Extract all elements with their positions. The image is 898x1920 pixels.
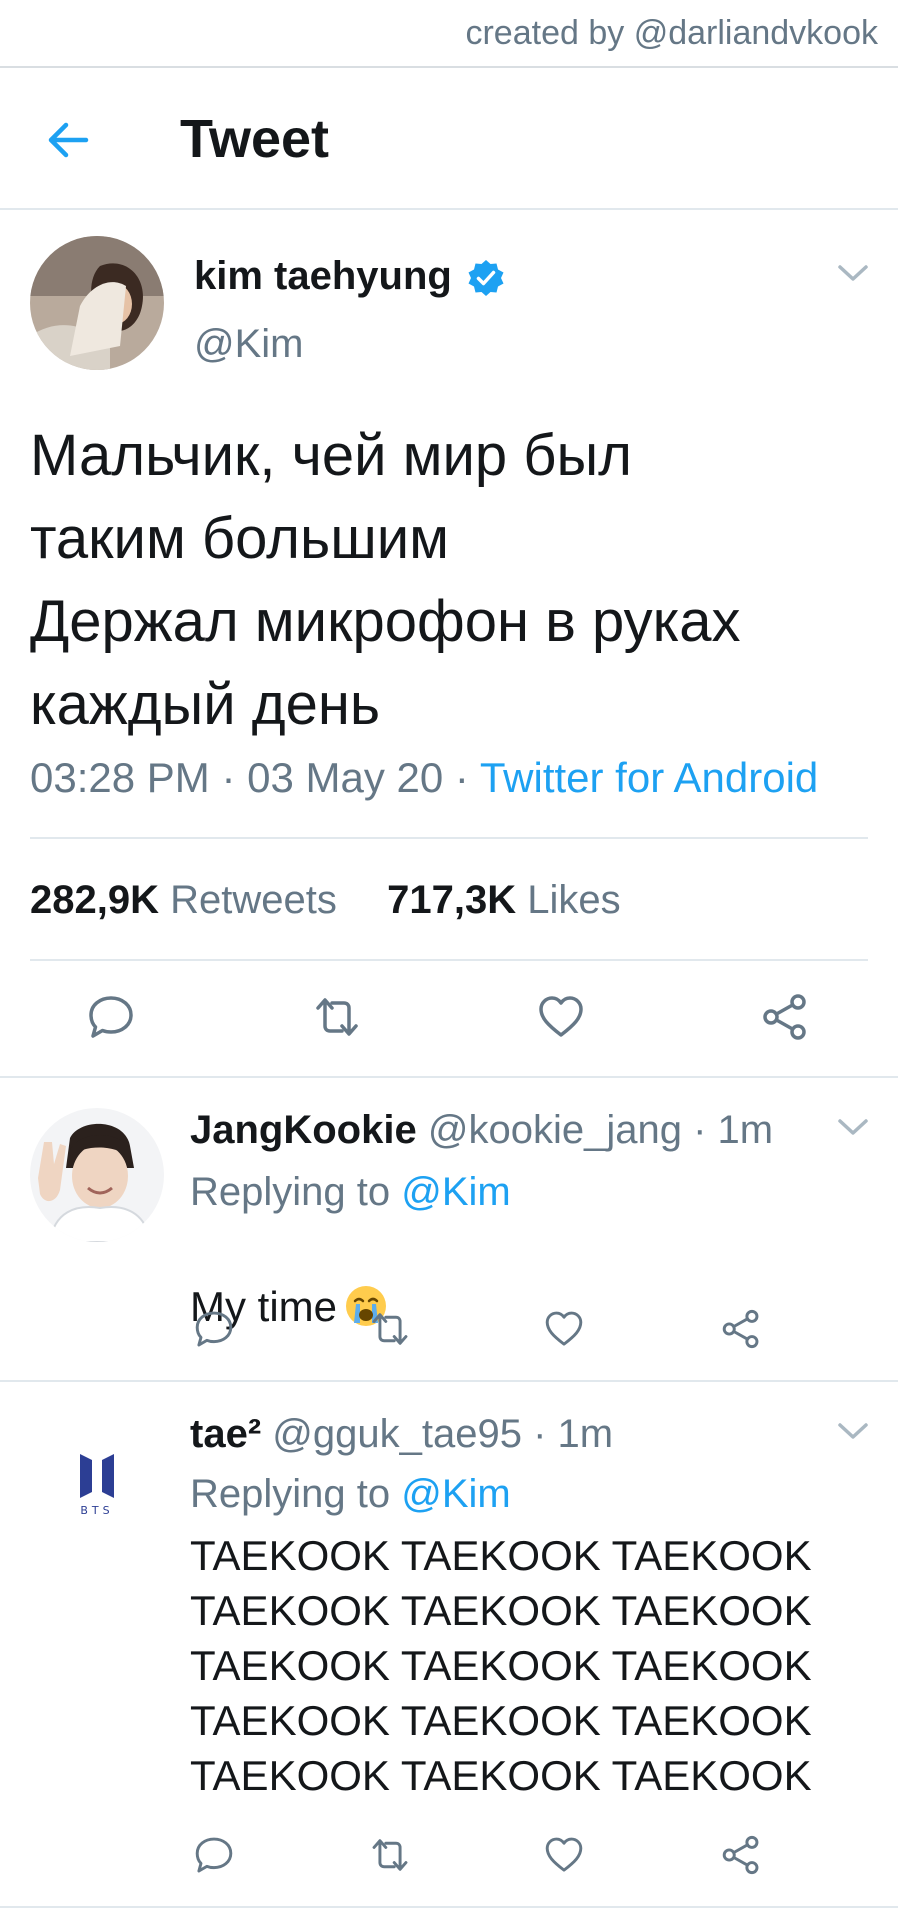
tweet-source-link[interactable]: Twitter for Android [480, 754, 818, 801]
divider [30, 837, 868, 839]
bts-logo-text: BTS [80, 1504, 113, 1517]
reply-author-name[interactable]: tae² [190, 1412, 261, 1456]
back-arrow-icon[interactable] [44, 116, 92, 164]
chevron-down-icon[interactable] [836, 262, 870, 284]
avatar[interactable] [30, 1108, 164, 1242]
likes-label: Likes [527, 878, 621, 922]
mention-link[interactable]: @Kim [401, 1170, 511, 1214]
likes-stat[interactable]: 717,3K Likes [387, 878, 621, 922]
retweet-icon[interactable] [369, 1308, 411, 1350]
mention-link[interactable]: @Kim [401, 1472, 511, 1516]
share-icon[interactable] [760, 992, 810, 1042]
divider [0, 1380, 898, 1382]
share-icon[interactable] [720, 1308, 762, 1350]
divider [0, 1076, 898, 1078]
chevron-down-icon[interactable] [836, 1116, 870, 1138]
retweet-icon[interactable] [312, 992, 362, 1042]
reply-time: 1m [557, 1412, 614, 1456]
replying-to: Replying to @Kim [190, 1170, 511, 1215]
divider [0, 1906, 898, 1908]
credit-bar: created by @darliandvkook [0, 0, 898, 68]
reply-author-handle[interactable]: @kookie_jang [428, 1108, 682, 1152]
top-bar: Tweet [0, 68, 898, 210]
tweet-stats: 282,9K Retweets 717,3K Likes [30, 878, 621, 923]
reply-author-name[interactable]: JangKookie [190, 1108, 417, 1152]
retweets-label: Retweets [170, 878, 337, 922]
divider [30, 959, 868, 961]
like-icon[interactable] [543, 1834, 585, 1876]
retweets-count: 282,9K [30, 878, 159, 922]
chevron-down-icon[interactable] [836, 1420, 870, 1442]
tweet-meta: 03:28 PM · 03 May 20 · Twitter for Andro… [30, 754, 818, 802]
meta-separator: · [221, 754, 248, 801]
page-title: Tweet [180, 109, 330, 169]
likes-count: 717,3K [387, 878, 517, 922]
meta-separator: · [693, 1108, 707, 1152]
author-handle[interactable]: @Kim [194, 322, 304, 367]
reply-header: tae² @gguk_tae95 · 1m [190, 1412, 613, 1457]
tweet-text: Мальчик, чей мир был таким большим Держа… [30, 423, 741, 737]
avatar[interactable]: BTS [30, 1412, 164, 1546]
tweet-time: 03:28 PM [30, 754, 210, 801]
retweet-icon[interactable] [369, 1834, 411, 1876]
retweets-stat[interactable]: 282,9K Retweets [30, 878, 337, 922]
share-icon[interactable] [720, 1834, 762, 1876]
avatar-image [30, 236, 164, 370]
reply-text: TAEKOOK TAEKOOK TAEKOOK TAEKOOK TAEKOOK … [190, 1532, 812, 1799]
meta-separator: · [454, 754, 480, 801]
reply-author-handle[interactable]: @gguk_tae95 [272, 1412, 522, 1456]
bts-logo: BTS [30, 1412, 164, 1546]
credit-text: created by @darliandvkook [465, 14, 878, 52]
reply-header: JangKookie @kookie_jang · 1m [190, 1108, 773, 1153]
avatar-image [30, 1108, 164, 1242]
reply-icon[interactable] [193, 1308, 235, 1350]
replying-label: Replying to [190, 1170, 391, 1214]
tweet-date: 03 May 20 [247, 754, 444, 801]
like-icon[interactable] [536, 992, 586, 1042]
replying-label: Replying to [190, 1472, 391, 1516]
author-name[interactable]: kim taehyung [194, 254, 452, 299]
like-icon[interactable] [543, 1308, 585, 1350]
avatar[interactable] [30, 236, 164, 370]
replying-to: Replying to @Kim [190, 1472, 511, 1517]
reply-icon[interactable] [193, 1834, 235, 1876]
verified-badge-icon [468, 260, 504, 296]
reply-icon[interactable] [86, 992, 136, 1042]
meta-separator: · [533, 1412, 547, 1456]
reply-time: 1m [717, 1108, 774, 1152]
